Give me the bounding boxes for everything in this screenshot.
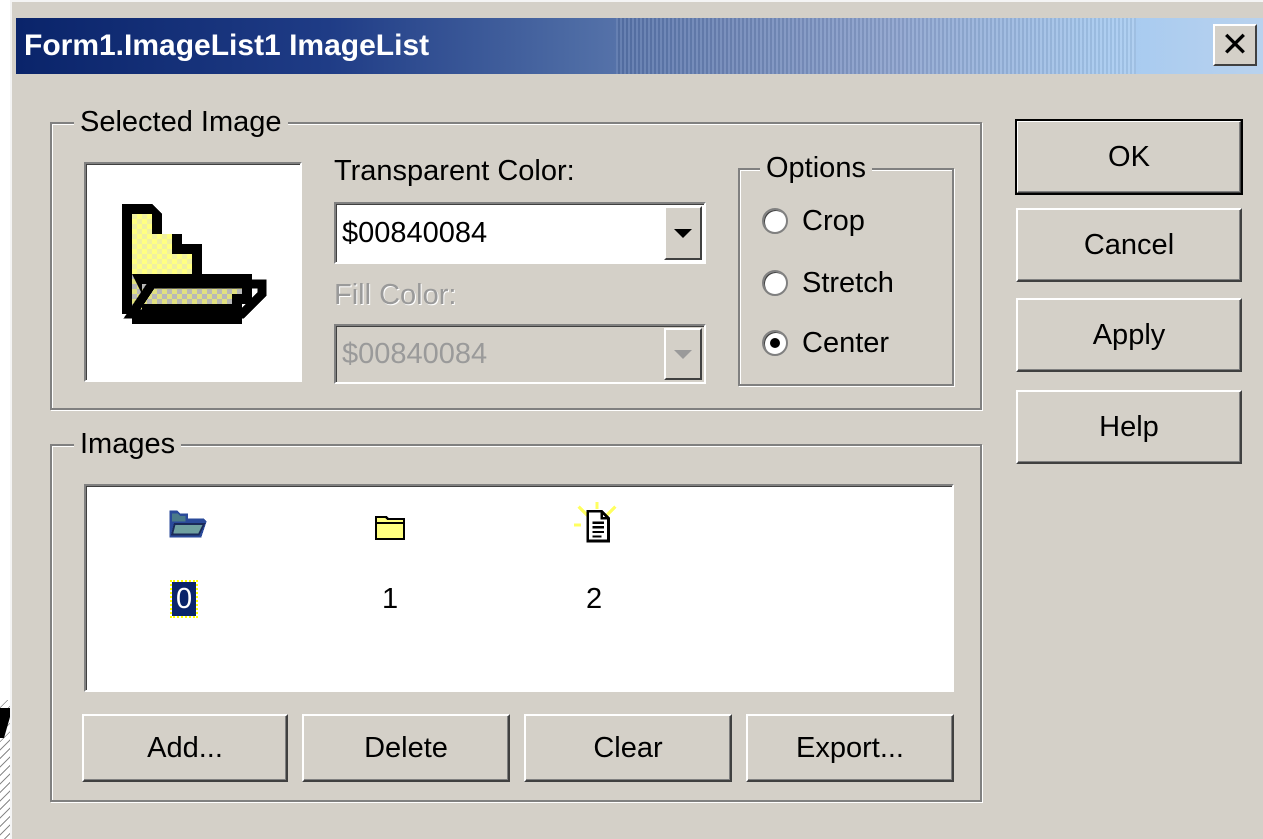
radio-crop-button[interactable] — [762, 208, 788, 234]
fill-color-dropdown-button — [664, 328, 702, 380]
transparent-color-combobox[interactable]: $00840084 — [334, 202, 706, 264]
fill-color-combobox: $00840084 — [334, 324, 706, 384]
images-listview[interactable]: 0 1 2 — [84, 484, 954, 692]
close-icon: ✕ — [1220, 26, 1250, 64]
close-button[interactable]: ✕ — [1213, 24, 1257, 66]
radio-crop-label: Crop — [802, 205, 865, 237]
chevron-down-icon — [674, 228, 692, 238]
transparent-color-label: Transparent Color: — [334, 155, 575, 187]
window-title: Form1.ImageList1 ImageList — [24, 29, 430, 62]
closed-folder-icon[interactable] — [374, 512, 406, 542]
fill-color-value: $00840084 — [342, 337, 488, 370]
image-index-0[interactable]: 0 — [169, 580, 199, 618]
radio-stretch[interactable]: Stretch — [762, 266, 894, 300]
transparent-color-value: $00840084 — [342, 216, 488, 249]
delete-button[interactable]: Delete — [302, 714, 510, 782]
radio-center[interactable]: Center — [762, 326, 889, 360]
transparent-color-dropdown-button[interactable] — [664, 206, 702, 260]
title-bar[interactable]: Form1.ImageList1 ImageList ✕ — [16, 18, 1263, 74]
open-folder-icon[interactable] — [166, 508, 210, 540]
apply-button[interactable]: Apply — [1016, 298, 1242, 372]
options-group: Options Crop Stretch Center — [738, 152, 954, 386]
chevron-down-icon — [674, 349, 692, 359]
export-button[interactable]: Export... — [746, 714, 954, 782]
radio-stretch-button[interactable] — [762, 270, 788, 296]
help-button[interactable]: Help — [1016, 390, 1242, 464]
cancel-button[interactable]: Cancel — [1016, 208, 1242, 282]
images-group: Images 0 1 2 Add... Delete Clear Export.… — [50, 428, 982, 802]
fill-color-label: Fill Color: — [334, 279, 457, 311]
clear-button[interactable]: Clear — [524, 714, 732, 782]
image-index-1[interactable]: 1 — [382, 582, 398, 616]
radio-stretch-label: Stretch — [802, 267, 894, 299]
image-preview — [84, 162, 302, 382]
options-group-label: Options — [760, 152, 872, 184]
radio-crop[interactable]: Crop — [762, 204, 865, 238]
radio-center-label: Center — [802, 327, 890, 359]
radio-checked-dot — [770, 338, 780, 348]
radio-center-button[interactable] — [762, 330, 788, 356]
images-group-label: Images — [74, 428, 182, 460]
selected-image-group: Selected Image Transparent Color: $00840… — [50, 106, 982, 410]
new-document-icon[interactable] — [574, 502, 620, 548]
image-index-2[interactable]: 2 — [586, 582, 602, 616]
open-folder-icon — [122, 204, 267, 324]
ok-button[interactable]: OK — [1015, 119, 1243, 195]
selected-image-group-label: Selected Image — [74, 106, 288, 138]
imagelist-dialog: Form1.ImageList1 ImageList ✕ Selected Im… — [10, 0, 1263, 839]
add-button[interactable]: Add... — [82, 714, 288, 782]
